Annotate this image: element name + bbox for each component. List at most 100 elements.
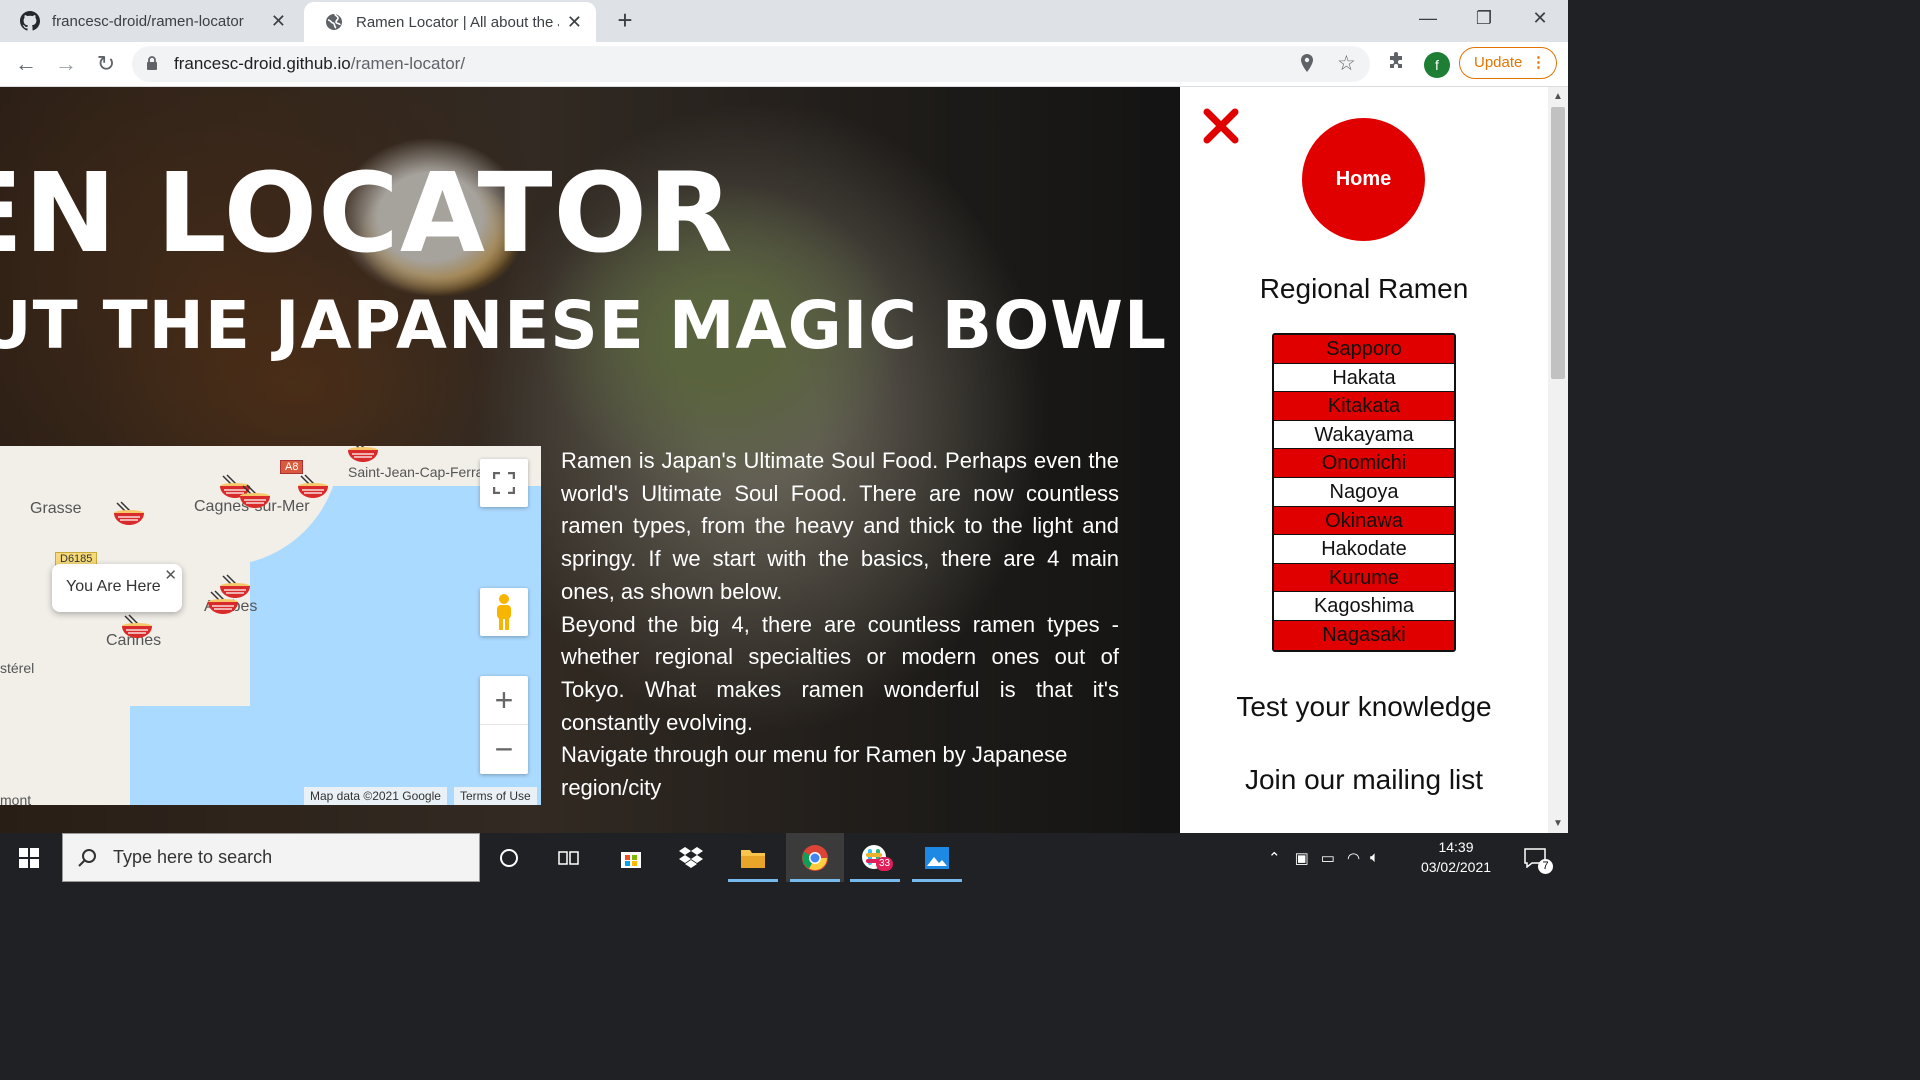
address-bar[interactable]: francesc-droid.github.io/ramen-locator/ … xyxy=(132,46,1370,82)
chevron-up-icon[interactable]: ⌃ xyxy=(1268,849,1281,867)
map-city-label: Grasse xyxy=(30,500,82,517)
extensions-puzzle-icon[interactable] xyxy=(1386,52,1406,72)
taskbar-clock[interactable]: 14:39 03/02/2021 xyxy=(1412,837,1500,877)
reload-icon[interactable]: ↻ xyxy=(92,50,120,78)
region-link-kagoshima[interactable]: Kagoshima xyxy=(1274,592,1454,621)
intro-paragraph: Ramen is Japan's Ultimate Soul Food. Per… xyxy=(561,448,1119,604)
map-attribution: Map data ©2021 Google xyxy=(304,787,447,805)
scroll-up-icon[interactable]: ▲ xyxy=(1553,91,1563,102)
home-button[interactable]: Home xyxy=(1302,118,1425,241)
url-path: /ramen-locator/ xyxy=(350,54,466,73)
profile-avatar[interactable]: f xyxy=(1424,52,1450,78)
dropbox-icon[interactable] xyxy=(662,833,720,882)
file-explorer-icon[interactable] xyxy=(724,833,782,882)
street-view-pegman[interactable] xyxy=(480,588,528,636)
location-pin-icon[interactable] xyxy=(1300,54,1314,72)
hero-subtitle: UT THE JAPANESE MAGIC BOWL xyxy=(0,287,1168,364)
map-city-label: Saint-Jean-Cap-Ferrat xyxy=(348,464,488,480)
photos-icon[interactable] xyxy=(908,833,966,882)
tab-label: Ramen Locator | All about the Japanese M… xyxy=(356,13,559,31)
windows-taskbar: Type here to search 33 ⌃ ▣ ▭ ◠ 🔈︎ 14:39 … xyxy=(0,833,1568,882)
close-window-icon[interactable]: ✕ xyxy=(1512,0,1568,36)
region-link-kurume[interactable]: Kurume xyxy=(1274,563,1454,593)
webpage: EN LOCATOR UT THE JAPANESE MAGIC BOWL Gr… xyxy=(0,87,1548,833)
side-navigation: Home Regional Ramen Sapporo Hakata Kitak… xyxy=(1180,87,1548,833)
map-land xyxy=(0,596,130,805)
info-window-text: You Are Here xyxy=(66,578,161,595)
region-link-sapporo[interactable]: Sapporo xyxy=(1274,335,1454,364)
search-placeholder: Type here to search xyxy=(113,847,273,867)
new-tab-button[interactable]: + xyxy=(611,6,639,34)
notification-center-icon[interactable]: 7 xyxy=(1510,833,1560,882)
pegman-icon xyxy=(497,594,511,630)
cortana-icon[interactable] xyxy=(480,833,538,882)
slack-badge: 33 xyxy=(876,857,894,871)
restore-icon[interactable]: ❐ xyxy=(1456,0,1512,36)
windows-logo-icon xyxy=(19,847,39,868)
ramen-marker-icon[interactable] xyxy=(238,484,272,510)
mailing-list-link[interactable]: Join our mailing list xyxy=(1180,764,1548,796)
minimize-icon[interactable]: — xyxy=(1400,0,1456,36)
zoom-in-button[interactable]: + xyxy=(480,676,528,725)
ramen-marker-icon[interactable] xyxy=(112,501,146,527)
ramen-marker-icon[interactable] xyxy=(206,590,240,616)
start-button[interactable] xyxy=(0,833,58,882)
regional-ramen-heading: Regional Ramen xyxy=(1259,273,1469,304)
region-link-onomichi[interactable]: Onomichi xyxy=(1274,449,1454,478)
fullscreen-button[interactable] xyxy=(480,459,528,507)
google-map[interactable]: Grasse Cagnes-sur-Mer Saint-Jean-Cap-Fer… xyxy=(0,446,541,805)
globe-icon xyxy=(326,13,342,30)
active-indicator xyxy=(850,879,900,882)
url-text: francesc-droid.github.io/ramen-locator/ xyxy=(174,54,465,74)
intro-paragraph: Navigate through our menu for Ramen by J… xyxy=(561,742,1068,801)
update-label: Update xyxy=(1474,54,1523,71)
region-link-kitakata[interactable]: Kitakata xyxy=(1274,392,1454,421)
meet-now-icon[interactable]: ▣ xyxy=(1295,849,1309,867)
scrollbar-thumb[interactable] xyxy=(1551,107,1565,379)
microsoft-store-icon[interactable] xyxy=(602,833,660,882)
ramen-marker-icon[interactable] xyxy=(346,446,380,464)
notification-count: 7 xyxy=(1538,859,1553,874)
close-tab-icon[interactable]: ✕ xyxy=(567,12,582,33)
page-scrollbar[interactable]: ▲ ▼ xyxy=(1548,87,1568,833)
wifi-icon[interactable]: ◠ xyxy=(1347,849,1360,867)
forward-icon[interactable]: → xyxy=(52,50,80,78)
region-link-hakata[interactable]: Hakata xyxy=(1274,364,1454,393)
ramen-marker-icon[interactable] xyxy=(120,614,154,640)
battery-icon[interactable]: ▭ xyxy=(1321,849,1335,867)
taskbar-search-box[interactable]: Type here to search xyxy=(62,833,480,882)
zoom-out-button[interactable]: − xyxy=(480,725,528,774)
browser-toolbar: ← → ↻ francesc-droid.github.io/ramen-loc… xyxy=(0,42,1568,87)
chrome-icon[interactable] xyxy=(786,833,844,882)
bookmark-star-icon[interactable]: ☆ xyxy=(1337,51,1356,76)
ramen-marker-icon[interactable] xyxy=(296,474,330,500)
region-link-nagoya[interactable]: Nagoya xyxy=(1274,478,1454,507)
search-icon xyxy=(78,848,96,867)
region-link-nagasaki[interactable]: Nagasaki xyxy=(1274,620,1454,650)
tab-github[interactable]: francesc-droid/ramen-locator ✕ xyxy=(0,0,300,42)
region-link-hakodate[interactable]: Hakodate xyxy=(1274,535,1454,564)
update-button[interactable]: Update ⋮ xyxy=(1459,47,1557,79)
region-link-wakayama[interactable]: Wakayama xyxy=(1274,421,1454,450)
tab-label: francesc-droid/ramen-locator xyxy=(52,12,244,30)
map-city-label: stérel xyxy=(0,660,35,676)
more-icon: ⋮ xyxy=(1531,54,1546,71)
close-icon[interactable]: ✕ xyxy=(164,566,177,584)
tab-ramen-locator[interactable]: Ramen Locator | All about the Japanese M… xyxy=(304,2,596,42)
slack-icon[interactable]: 33 xyxy=(846,833,904,882)
region-link-okinawa[interactable]: Okinawa xyxy=(1274,506,1454,536)
zoom-control: + − xyxy=(480,676,528,774)
clock-date: 03/02/2021 xyxy=(1420,859,1492,875)
lock-icon xyxy=(147,56,157,70)
map-city-label: mont xyxy=(0,792,32,805)
scroll-down-icon[interactable]: ▼ xyxy=(1553,818,1563,829)
task-view-icon[interactable] xyxy=(540,833,598,882)
terms-of-use-link[interactable]: Terms of Use xyxy=(454,787,537,805)
close-menu-icon[interactable] xyxy=(1202,107,1240,145)
volume-icon[interactable]: 🔈︎ xyxy=(1370,849,1379,866)
quiz-link[interactable]: Test your knowledge xyxy=(1180,691,1548,723)
back-icon[interactable]: ← xyxy=(12,50,40,78)
road-label: A8 xyxy=(280,460,304,474)
close-tab-icon[interactable]: ✕ xyxy=(271,11,286,32)
active-indicator xyxy=(912,879,962,882)
